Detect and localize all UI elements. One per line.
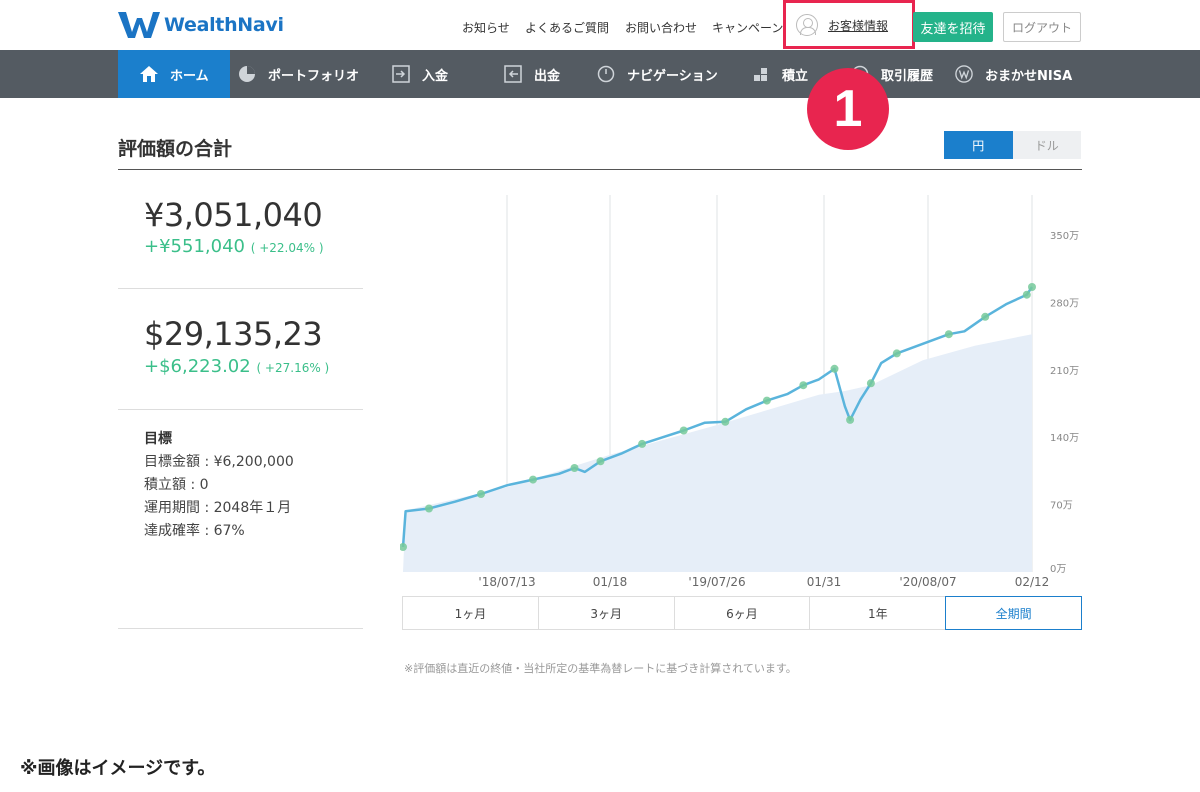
y-tick-label: 210万 xyxy=(1050,366,1079,377)
nav-label-withdraw: 出金 xyxy=(534,68,561,84)
x-tick-label: 02/12 xyxy=(1015,575,1050,589)
top-header: WealthNavi お知らせ よくあるご質問 お問い合わせ キャンペーン お客… xyxy=(0,0,1200,50)
summary-divider xyxy=(118,409,363,410)
data-point xyxy=(529,475,537,484)
deposit-icon xyxy=(392,65,410,83)
wealthnavi-logo[interactable]: WealthNavi xyxy=(118,10,284,40)
data-point xyxy=(721,417,730,426)
gauge-icon xyxy=(597,65,615,83)
period-3-months[interactable]: 3ヶ月 xyxy=(538,597,675,629)
y-tick-label: 280万 xyxy=(1050,298,1079,309)
data-point xyxy=(638,439,647,448)
yen-gain-percent: ( +22.04% ) xyxy=(250,241,324,255)
yen-total-value: ¥3,051,040 xyxy=(144,196,323,234)
asset-value-chart[interactable]: 0万 70万 140万 210万 280万 350万 '18/07/13 01/18 '19/0… xyxy=(400,190,1090,590)
title-divider xyxy=(118,169,1082,170)
page-title: 評価額の合計 xyxy=(118,138,233,160)
data-point xyxy=(892,349,901,358)
logo-text: WealthNavi xyxy=(164,14,284,36)
period-1-month[interactable]: 1ヶ月 xyxy=(403,597,539,629)
goal-period: 運用期間 : 2048年１月 xyxy=(144,500,292,516)
x-tick-label: 01/18 xyxy=(593,575,628,589)
currency-toggle: 円 ドル xyxy=(944,131,1081,159)
campaign-link[interactable]: キャンペーン xyxy=(712,19,783,36)
y-tick-label: 140万 xyxy=(1050,433,1079,444)
data-point xyxy=(1028,283,1036,291)
summary-divider xyxy=(118,628,363,629)
currency-yen-button[interactable]: 円 xyxy=(944,131,1013,159)
blocks-icon xyxy=(752,65,770,83)
data-point xyxy=(570,464,579,472)
user-icon xyxy=(796,14,818,36)
nav-item-withdraw[interactable]: 出金 xyxy=(504,50,560,98)
data-point xyxy=(1022,290,1031,299)
account-info-button[interactable]: お客様情報 xyxy=(796,13,903,37)
goal-monthly: 積立額 : 0 xyxy=(144,477,209,493)
data-point xyxy=(981,312,990,321)
data-point xyxy=(846,415,855,424)
usd-gain: +$6,223.02 ( +27.16% ) xyxy=(144,356,329,377)
x-tick-label: '19/07/26 xyxy=(688,575,745,589)
nav-item-nisa[interactable]: おまかせNISA xyxy=(955,50,1072,98)
summary-divider xyxy=(118,288,363,289)
pie-icon xyxy=(238,65,256,83)
data-point xyxy=(944,330,953,339)
y-tick-label: 350万 xyxy=(1050,231,1079,242)
home-icon xyxy=(140,65,158,83)
invite-friend-button[interactable]: 友達を招待 xyxy=(913,12,993,42)
nav-label-savings: 積立 xyxy=(782,68,809,84)
data-point xyxy=(425,504,433,513)
nav-label-navigation: ナビゲーション xyxy=(627,68,718,84)
goal-amount: 目標金額 : ¥6,200,000 xyxy=(144,454,294,470)
usd-gain-amount: +$6,223.02 xyxy=(144,356,251,377)
account-info-label: お客様情報 xyxy=(828,18,889,33)
period-6-months[interactable]: 6ヶ月 xyxy=(674,597,811,629)
y-tick-label: 0万 xyxy=(1050,564,1066,575)
period-all[interactable]: 全期間 xyxy=(945,596,1082,630)
y-tick-label: 70万 xyxy=(1050,501,1073,512)
period-1-year[interactable]: 1年 xyxy=(810,597,947,629)
faq-link[interactable]: よくあるご質問 xyxy=(525,19,609,36)
goal-probability: 達成確率 : 67% xyxy=(144,523,245,539)
yen-gain-amount: +¥551,040 xyxy=(144,236,245,257)
w-logo-icon xyxy=(118,12,160,38)
contact-link[interactable]: お問い合わせ xyxy=(625,19,697,36)
nav-item-portfolio[interactable]: ポートフォリオ xyxy=(238,50,359,98)
data-point xyxy=(866,379,875,388)
nisa-icon xyxy=(955,65,973,83)
nav-label-history: 取引履歴 xyxy=(881,68,934,84)
x-tick-label: '18/07/13 xyxy=(478,575,535,589)
valuation-note: ※評価額は直近の終値・当社所定の基準為替レートに基づき計算されています。 xyxy=(404,662,797,675)
main-nav: ホーム ポートフォリオ 入金 出金 ナビゲーション 積立 取引履歴 おまかせNI… xyxy=(0,50,1200,98)
usd-gain-percent: ( +27.16% ) xyxy=(256,361,330,375)
nav-label-nisa: おまかせNISA xyxy=(985,68,1073,84)
data-point xyxy=(679,426,688,435)
logout-button[interactable]: ログアウト xyxy=(1003,12,1081,42)
currency-dollar-button[interactable]: ドル xyxy=(1012,131,1081,159)
nav-item-savings[interactable]: 積立 xyxy=(752,50,808,98)
nav-label-deposit: 入金 xyxy=(422,68,449,84)
yen-gain: +¥551,040 ( +22.04% ) xyxy=(144,236,324,257)
account-highlight-box: お客様情報 xyxy=(783,0,915,49)
nav-item-home[interactable]: ホーム xyxy=(118,50,230,98)
nav-label-portfolio: ポートフォリオ xyxy=(268,68,360,84)
goal-title: 目標 xyxy=(144,431,172,447)
data-point xyxy=(799,381,808,390)
withdraw-icon xyxy=(504,65,522,83)
x-tick-label: '20/08/07 xyxy=(899,575,956,589)
data-point xyxy=(596,457,605,466)
x-tick-label: 01/31 xyxy=(807,575,842,589)
news-link[interactable]: お知らせ xyxy=(462,19,510,36)
usd-total-value: $29,135,23 xyxy=(144,315,323,353)
image-caption: ※画像はイメージです。 xyxy=(20,758,216,779)
data-point xyxy=(762,396,771,405)
period-selector: 1ヶ月 3ヶ月 6ヶ月 1年 全期間 xyxy=(402,596,1082,630)
nav-label-home: ホーム xyxy=(170,68,209,84)
nav-item-deposit[interactable]: 入金 xyxy=(392,50,448,98)
data-point xyxy=(830,364,839,373)
data-point xyxy=(477,490,485,498)
nav-item-navigation[interactable]: ナビゲーション xyxy=(597,50,718,98)
step-number-badge: 1 xyxy=(807,68,889,150)
